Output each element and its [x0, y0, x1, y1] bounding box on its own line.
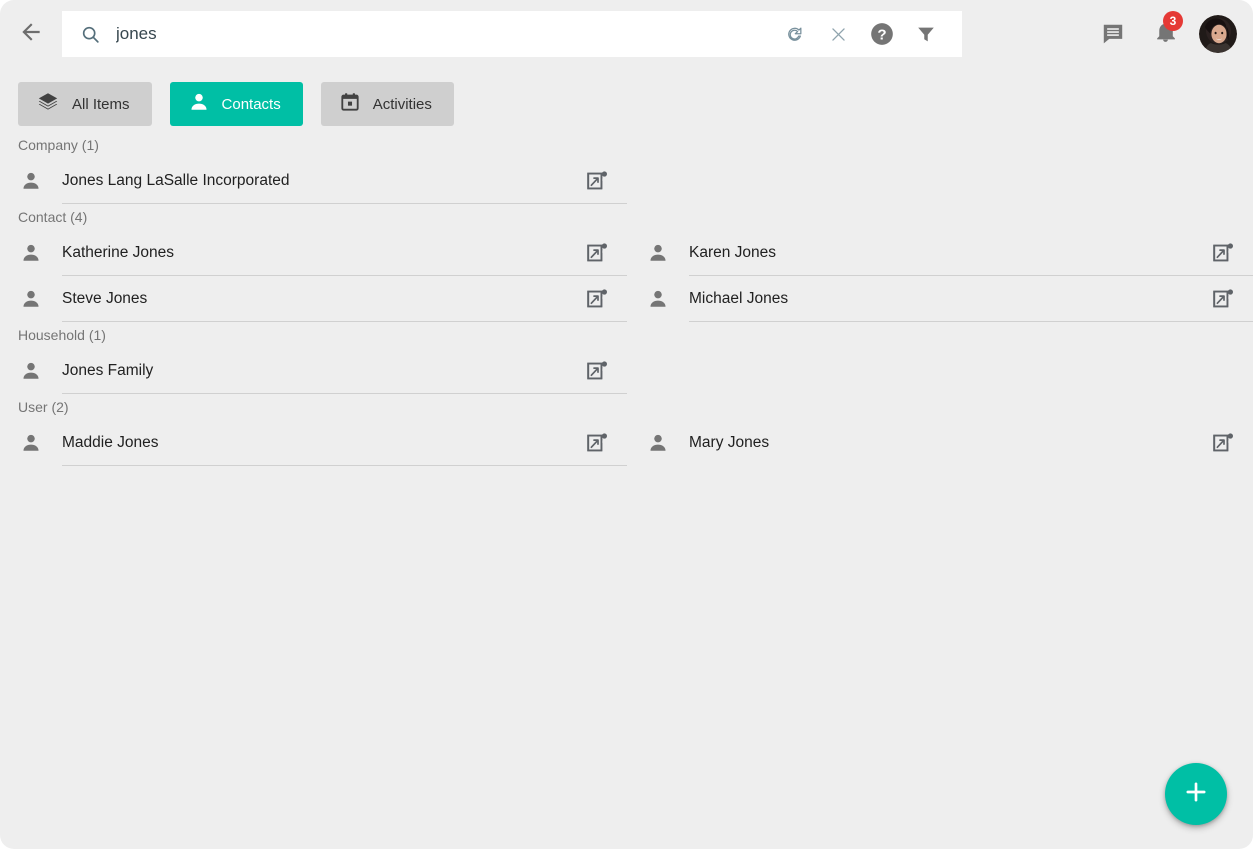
tab-contacts[interactable]: Contacts	[170, 82, 303, 126]
tab-all-items[interactable]: All Items	[18, 82, 152, 126]
plus-icon	[1182, 778, 1210, 811]
top-search-bar: ?	[0, 0, 1253, 68]
help-icon[interactable]: ?	[860, 11, 904, 57]
avatar[interactable]	[1199, 15, 1237, 53]
result-row-name: Mary Jones	[689, 420, 1193, 466]
person-icon	[0, 242, 62, 264]
result-section: Contact (4)Katherine Jones Karen Jones Ste…	[0, 204, 1253, 322]
result-row[interactable]: Michael Jones	[627, 276, 1253, 322]
refresh-icon[interactable]	[772, 11, 816, 57]
open-in-new-icon[interactable]	[567, 348, 627, 394]
result-row[interactable]: Jones Family	[0, 348, 627, 394]
person-icon	[0, 360, 62, 382]
result-row[interactable]: Mary Jones	[627, 420, 1253, 466]
notifications-button[interactable]: 3	[1147, 14, 1183, 54]
search-icon	[80, 24, 110, 45]
result-row-name: Maddie Jones	[62, 420, 567, 466]
arrow-left-icon	[18, 19, 44, 50]
person-icon	[0, 432, 62, 454]
open-in-new-icon[interactable]	[1193, 230, 1253, 276]
result-row-name: Karen Jones	[689, 230, 1193, 276]
person-icon	[627, 288, 689, 310]
result-row[interactable]: Jones Lang LaSalle Incorporated	[0, 158, 627, 204]
result-section: Household (1)Jones Family	[0, 322, 1253, 394]
result-row-grid: Maddie Jones Mary Jones	[0, 420, 1253, 466]
search-results: Company (1)Jones Lang LaSalle Incorporat…	[0, 132, 1253, 692]
person-icon	[0, 288, 62, 310]
search-input[interactable]	[110, 23, 772, 45]
tab-label: Activities	[373, 96, 432, 113]
tab-label: All Items	[72, 96, 130, 113]
open-in-new-icon[interactable]	[1193, 420, 1253, 466]
section-header: Contact (4)	[0, 204, 1253, 230]
result-row[interactable]: Maddie Jones	[0, 420, 627, 466]
section-header: User (2)	[0, 394, 1253, 420]
result-row[interactable]: Steve Jones	[0, 276, 627, 322]
person-icon	[188, 91, 210, 118]
search-box[interactable]: ?	[62, 11, 962, 57]
section-header: Company (1)	[0, 132, 1253, 158]
section-header: Household (1)	[0, 322, 1253, 348]
result-row-name: Michael Jones	[689, 276, 1193, 322]
clear-icon[interactable]	[816, 11, 860, 57]
notification-badge: 3	[1163, 11, 1183, 31]
filter-icon[interactable]	[904, 11, 948, 57]
result-row[interactable]: Katherine Jones	[0, 230, 627, 276]
result-row[interactable]: Karen Jones	[627, 230, 1253, 276]
svg-text:?: ?	[877, 27, 886, 44]
back-button[interactable]	[0, 0, 62, 68]
calendar-icon	[339, 91, 361, 118]
result-row-name: Jones Lang LaSalle Incorporated	[62, 158, 567, 204]
result-row-grid: Jones Lang LaSalle Incorporated	[0, 158, 1253, 204]
person-icon	[627, 432, 689, 454]
open-in-new-icon[interactable]	[567, 158, 627, 204]
result-row-name: Steve Jones	[62, 276, 567, 322]
result-section: Company (1)Jones Lang LaSalle Incorporat…	[0, 132, 1253, 204]
layers-icon	[36, 90, 60, 119]
topbar-actions: 3	[962, 14, 1253, 54]
chat-icon[interactable]	[1095, 14, 1131, 54]
person-icon	[0, 170, 62, 192]
tab-activities[interactable]: Activities	[321, 82, 454, 126]
person-icon	[627, 242, 689, 264]
result-row-name: Katherine Jones	[62, 230, 567, 276]
filter-tabs: All Items Contacts Activi	[18, 82, 454, 126]
app-window: ?	[0, 0, 1253, 849]
add-button[interactable]	[1165, 763, 1227, 825]
result-row-name: Jones Family	[62, 348, 567, 394]
open-in-new-icon[interactable]	[567, 230, 627, 276]
result-row-grid: Jones Family	[0, 348, 1253, 394]
tab-label: Contacts	[222, 96, 281, 113]
open-in-new-icon[interactable]	[1193, 276, 1253, 322]
open-in-new-icon[interactable]	[567, 420, 627, 466]
open-in-new-icon[interactable]	[567, 276, 627, 322]
result-row-grid: Katherine Jones Karen Jones Steve Jones Mic…	[0, 230, 1253, 322]
result-section: User (2)Maddie Jones Mary Jones	[0, 394, 1253, 466]
